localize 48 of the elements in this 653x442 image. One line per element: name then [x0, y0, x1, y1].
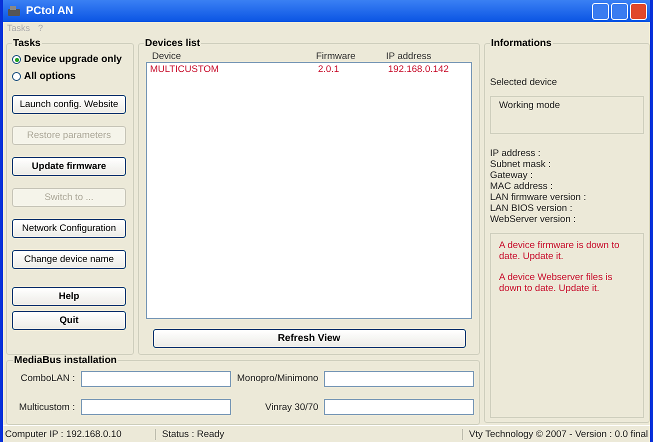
- input-field[interactable]: [81, 399, 231, 416]
- info-label: LAN BIOS version :: [490, 203, 574, 214]
- column-header[interactable]: IP address: [386, 51, 466, 62]
- panel-title: Tasks: [12, 38, 42, 49]
- info-label: WebServer version :: [490, 214, 577, 225]
- info-label: LAN firmware version :: [490, 192, 588, 203]
- warning-message: A device firmware is down to date. Update it.: [499, 240, 620, 262]
- info-label: MAC address :: [490, 181, 554, 192]
- radio-icon[interactable]: [12, 72, 21, 81]
- minimize-button[interactable]: [592, 2, 609, 20]
- info-label: Working mode: [499, 100, 560, 111]
- info-label: Subnet mask :: [490, 159, 552, 170]
- radio-icon[interactable]: [12, 55, 21, 64]
- refresh-button[interactable]: Refresh View: [152, 329, 466, 348]
- close-button[interactable]: [630, 2, 647, 20]
- panel-title: MediaBus installation: [13, 355, 118, 366]
- ip-cell-text: 192.168.0.142: [388, 64, 450, 75]
- radio-option[interactable]: Device upgrade only: [12, 54, 128, 65]
- field-label: ComboLAN :: [20, 373, 75, 384]
- input-field[interactable]: [324, 399, 474, 416]
- column-header[interactable]: Device: [152, 51, 316, 62]
- app-icon: [6, 4, 22, 18]
- field-label: Vinray 30/70: [264, 402, 318, 413]
- task-button[interactable]: Update firmware: [12, 157, 126, 176]
- task-button[interactable]: Network Configuration: [12, 219, 126, 238]
- field-label: Multicustom :: [18, 402, 75, 413]
- computer-ip: Computer IP : 192.168.0.10: [4, 428, 123, 440]
- info-label: Gateway :: [490, 170, 534, 181]
- window-title: PCtol AN: [26, 5, 74, 17]
- field-label: Monopro/Minimono: [237, 373, 318, 384]
- panel-title: Devices list: [144, 38, 202, 49]
- input-field[interactable]: [324, 370, 474, 387]
- device-cell[interactable]: MULTICUSTOM: [150, 64, 318, 75]
- firmware-cell-text: 2.0.1: [318, 64, 340, 75]
- warning-message: A device Webserver files is down to date. Update it.: [499, 272, 614, 294]
- task-button[interactable]: Help: [12, 287, 126, 306]
- maximize-button[interactable]: [611, 2, 628, 20]
- panel-title: Informations: [490, 38, 553, 49]
- info-label: Selected device: [490, 77, 558, 88]
- column-header[interactable]: Firmware: [316, 51, 386, 62]
- radio-option[interactable]: All options: [12, 71, 128, 82]
- task-button[interactable]: Quit: [12, 311, 126, 330]
- task-button[interactable]: Launch config. Website: [12, 95, 126, 114]
- task-button[interactable]: Change device name: [12, 250, 126, 269]
- copyright-text: Vty Technology © 2007 - Version : 0.0 final: [462, 428, 650, 440]
- status-text: Status : Ready: [155, 428, 462, 440]
- info-label: IP address :: [490, 148, 542, 159]
- input-field[interactable]: [81, 370, 231, 387]
